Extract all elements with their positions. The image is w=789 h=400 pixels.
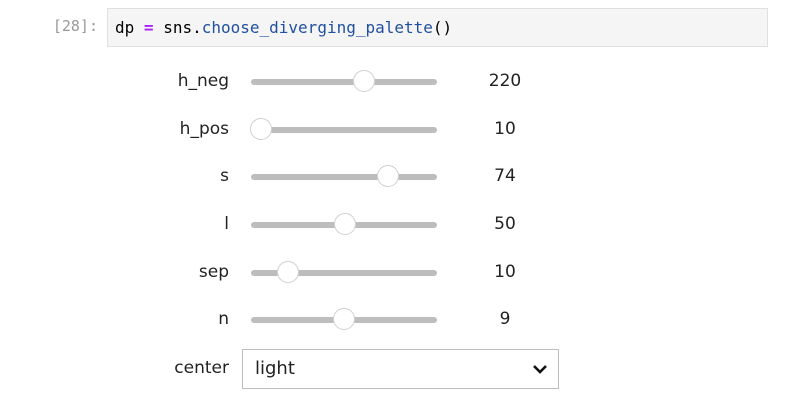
slider-label: sep — [198, 262, 229, 282]
slider-label: l — [224, 214, 229, 234]
code-operator: = — [143, 18, 154, 37]
slider-value[interactable]: 74 — [465, 166, 545, 186]
slider-thumb[interactable] — [376, 165, 399, 187]
slider-label: n — [218, 309, 229, 329]
slider-value[interactable]: 10 — [465, 119, 545, 139]
cell-prompt: [28]: — [52, 17, 98, 35]
slider-track-s[interactable] — [251, 165, 437, 187]
slider-label: s — [220, 166, 229, 186]
slider-thumb[interactable] — [333, 213, 356, 235]
slider-track-h_pos[interactable] — [249, 118, 437, 140]
code-object: sns. — [163, 18, 202, 37]
slider-row-l: l 50 — [0, 210, 789, 240]
slider-label: h_neg — [177, 71, 229, 91]
code-paren: () — [432, 18, 453, 37]
center-label: center — [174, 358, 229, 378]
slider-row-n: n 9 — [0, 305, 789, 335]
slider-value[interactable]: 10 — [465, 262, 545, 282]
slider-thumb[interactable] — [333, 308, 355, 330]
center-selected: light — [255, 358, 295, 379]
center-dropdown[interactable]: light — [242, 349, 559, 389]
slider-row-h_pos: h_pos 10 — [0, 115, 789, 145]
slider-thumb[interactable] — [352, 70, 375, 92]
slider-label: h_pos — [179, 119, 229, 139]
slider-row-sep: sep 10 — [0, 258, 789, 288]
slider-row-h_neg: h_neg 220 — [0, 67, 789, 97]
slider-thumb[interactable] — [277, 261, 300, 283]
code-var: dp — [115, 18, 135, 37]
slider-track-n[interactable] — [251, 308, 437, 330]
chevron-down-icon — [533, 365, 547, 374]
slider-value[interactable]: 9 — [465, 309, 545, 329]
slider-value[interactable]: 50 — [465, 214, 545, 234]
slider-thumb[interactable] — [249, 118, 272, 140]
slider-value[interactable]: 220 — [465, 71, 545, 91]
code-cell[interactable]: dp = sns.choose_diverging_palette() — [107, 8, 768, 47]
code-function: choose_diverging_palette — [201, 18, 433, 37]
slider-track-l[interactable] — [251, 213, 437, 235]
slider-row-s: s 74 — [0, 162, 789, 192]
slider-track-h_neg[interactable] — [251, 70, 437, 92]
slider-track-sep[interactable] — [251, 261, 437, 283]
